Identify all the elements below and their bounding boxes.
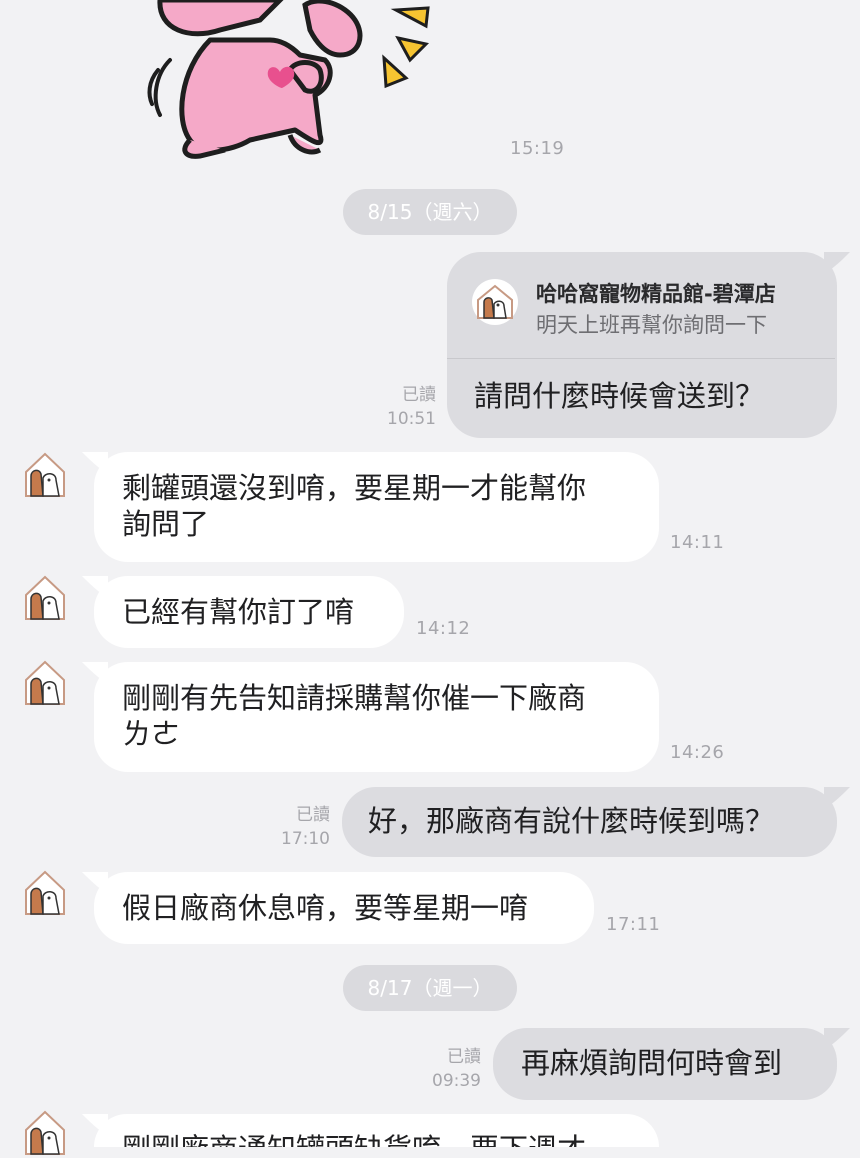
- message-line: 剛剛有先告知請採購幫你催一下廠商: [122, 681, 587, 715]
- message-line: 剛剛廠商通知罐頭缺貨唷，要下週才: [122, 1131, 631, 1147]
- message-time: 17:10: [281, 829, 330, 849]
- store-logo-icon: [25, 870, 65, 915]
- store-logo-icon: [25, 452, 65, 497]
- message-bubble[interactable]: 剩罐頭還沒到唷，要星期一才能幫你 詢問了: [94, 452, 659, 562]
- message-text: 好，那廠商有說什麼時候到嗎？: [368, 804, 775, 838]
- message-bubble[interactable]: 剛剛有先告知請採購幫你催一下廠商 ㄌㄜ: [94, 662, 659, 772]
- reply-divider: [447, 358, 835, 359]
- message-time: 10:51: [387, 409, 436, 429]
- bubble-tail: [824, 1028, 850, 1050]
- message-bubble[interactable]: 剛剛廠商通知罐頭缺貨唷，要下週才: [94, 1114, 659, 1147]
- quoted-sender: 哈哈窩寵物精品館-碧潭店: [536, 282, 776, 306]
- store-logo-icon: [25, 660, 65, 705]
- quoted-text: 明天上班再幫你詢問一下: [536, 313, 767, 337]
- message-text: 請問什麼時候會送到？: [474, 379, 765, 413]
- message-line: ㄌㄜ: [122, 717, 181, 751]
- read-receipt: 已讀: [402, 385, 436, 405]
- date-separator: 8/17（週一）: [343, 965, 517, 1011]
- read-receipt: 已讀: [296, 805, 330, 825]
- message-bubble[interactable]: 好，那廠商有說什麼時候到嗎？: [342, 787, 837, 857]
- message-bubble[interactable]: 假日廠商休息唷，要等星期一唷: [94, 872, 594, 944]
- message-time: 14:26: [670, 742, 725, 763]
- message-text: 再麻煩詢問何時會到: [521, 1046, 783, 1080]
- message-time: 09:39: [432, 1071, 481, 1091]
- message-time: 14:11: [670, 532, 725, 553]
- store-logo-icon: [472, 279, 518, 325]
- date-separator: 8/15（週六）: [343, 189, 517, 235]
- bubble-tail: [824, 787, 850, 809]
- message-bubble[interactable]: 再麻煩詢問何時會到: [493, 1028, 837, 1100]
- read-receipt: 已讀: [447, 1047, 481, 1067]
- message-line: 詢問了: [122, 507, 210, 541]
- message-line: 剩罐頭還沒到唷，要星期一才能幫你: [122, 471, 587, 505]
- message-line: 假日廠商休息唷，要等星期一唷: [122, 891, 529, 925]
- store-logo-icon: [25, 575, 65, 620]
- message-bubble[interactable]: 已經有幫你訂了唷: [94, 576, 404, 648]
- bunny-sticker: [147, 0, 430, 159]
- store-logo-icon: [25, 1110, 65, 1155]
- message-time: 14:12: [416, 618, 471, 639]
- message-line: 已經有幫你訂了唷: [122, 595, 355, 629]
- message-time: 17:11: [606, 914, 661, 935]
- bubble-tail: [824, 252, 850, 274]
- message-time: 15:19: [510, 138, 565, 159]
